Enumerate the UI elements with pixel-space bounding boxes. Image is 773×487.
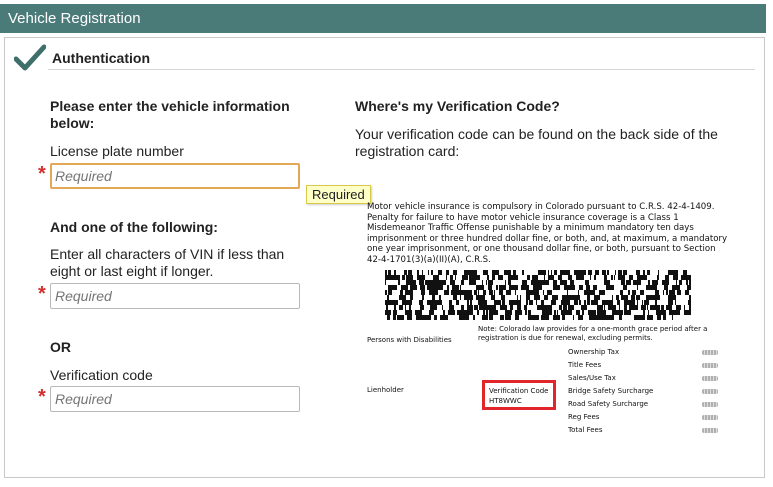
required-marker: * bbox=[38, 386, 46, 408]
redacted-amount bbox=[702, 350, 718, 355]
fee-title-fees: Title Fees bbox=[568, 361, 602, 369]
checkmark-icon bbox=[14, 44, 46, 71]
help-title: Where's my Verification Code? bbox=[355, 98, 560, 114]
registration-card-image: Motor vehicle insurance is compulsory in… bbox=[365, 198, 731, 440]
redacted-amount bbox=[702, 389, 718, 394]
insurance-notice: Motor vehicle insurance is compulsory in… bbox=[367, 202, 728, 265]
fee-total-fees: Total Fees bbox=[568, 426, 603, 434]
section-divider bbox=[48, 69, 755, 70]
fee-road-safety: Road Safety Surcharge bbox=[568, 400, 649, 408]
or-label: OR bbox=[50, 339, 71, 355]
redacted-amount bbox=[702, 402, 718, 407]
plate-label: License plate number bbox=[50, 143, 184, 159]
barcode-image bbox=[385, 270, 691, 320]
redacted-amount bbox=[702, 428, 718, 433]
vin-label: Enter all characters of VIN if less than… bbox=[50, 246, 285, 279]
verification-code-input[interactable] bbox=[50, 386, 300, 412]
page-header: Vehicle Registration bbox=[0, 4, 766, 33]
redacted-amount bbox=[702, 363, 718, 368]
lienholder-label: Lienholder bbox=[367, 386, 404, 394]
persons-disabilities-label: Persons with Disabilities bbox=[367, 336, 452, 344]
one-of-heading: And one of the following: bbox=[50, 219, 218, 235]
verification-code-highlight: Verification Code HT8WWC bbox=[482, 380, 556, 410]
fee-bridge-safety: Bridge Safety Surcharge bbox=[568, 387, 654, 395]
required-marker: * bbox=[38, 283, 46, 305]
section-title: Authentication bbox=[52, 50, 150, 66]
license-plate-input[interactable] bbox=[50, 163, 300, 189]
form-intro: Please enter the vehicle information bel… bbox=[50, 98, 290, 131]
verification-code-text: Verification Code HT8WWC bbox=[489, 386, 548, 406]
fee-reg-fees: Reg Fees bbox=[568, 413, 600, 421]
fee-ownership-tax: Ownership Tax bbox=[568, 348, 620, 356]
help-text: Your verification code can be found on t… bbox=[355, 126, 718, 159]
fee-sales-use-tax: Sales/Use Tax bbox=[568, 374, 616, 382]
verification-code-value: HT8WWC bbox=[489, 397, 522, 405]
required-marker: * bbox=[38, 163, 46, 185]
required-tooltip: Required bbox=[306, 185, 371, 204]
vin-input[interactable] bbox=[50, 283, 300, 309]
verification-code-caption: Verification Code bbox=[489, 387, 549, 395]
grace-period-note: Note: Colorado law provides for a one-mo… bbox=[478, 325, 708, 342]
redacted-amount bbox=[702, 376, 718, 381]
verification-code-label: Verification code bbox=[50, 367, 153, 383]
redacted-amount bbox=[702, 415, 718, 420]
